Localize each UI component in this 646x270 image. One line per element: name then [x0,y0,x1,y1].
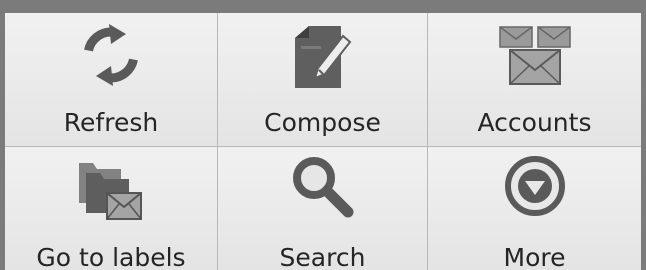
menu-item-search[interactable]: Search [218,147,428,270]
menu-item-more[interactable]: More [428,147,641,270]
menu-item-compose[interactable]: Compose [218,13,428,147]
options-menu-panel: Refresh Compose Accounts Go to labels Se… [5,13,641,270]
menu-item-label: Accounts [477,108,592,137]
more-icon [504,156,565,216]
menu-item-refresh[interactable]: Refresh [5,13,218,147]
menu-item-label: Go to labels [36,243,186,270]
menu-item-go-to-labels[interactable]: Go to labels [5,147,218,270]
menu-item-label: Search [279,243,366,270]
menu-item-label: More [503,243,566,270]
menu-item-accounts[interactable]: Accounts [428,13,641,147]
options-menu: Refresh Compose Accounts Go to labels Se… [0,0,646,270]
refresh-icon [84,24,138,86]
menu-item-label: Compose [264,108,381,137]
compose-icon [294,26,351,88]
accounts-icon [498,26,571,85]
search-icon [292,157,353,218]
labels-icon [79,163,142,220]
menu-item-label: Refresh [63,108,159,137]
